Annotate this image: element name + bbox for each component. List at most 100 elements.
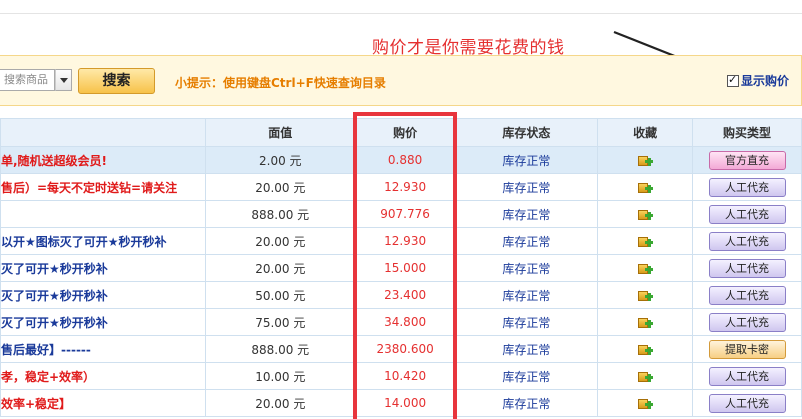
purchase-price: 23.400: [354, 281, 456, 309]
buy-type-cell: 人工代充: [692, 362, 802, 390]
face-value: 75.00 元: [204, 308, 356, 336]
stock-status: 库存正常: [454, 173, 599, 201]
purchase-price: 12.930: [354, 227, 456, 255]
stock-status: 库存正常: [454, 227, 599, 255]
stock-status: 库存正常: [454, 200, 599, 228]
product-name[interactable]: 单,随机送超级会员!: [0, 146, 206, 174]
purchase-price: 15.000: [354, 254, 456, 282]
buy-type-cell: 人工代充: [692, 200, 802, 228]
buy-button[interactable]: 人工代充: [708, 285, 786, 305]
product-table: 面值 购价 库存状态 收藏 购买类型 单,随机送超级会员! 2.00 元 0.880…: [0, 118, 802, 417]
buy-button[interactable]: 人工代充: [708, 177, 786, 197]
purchase-price: 14.000: [354, 389, 456, 417]
search-bar: 搜索商品 搜索 小提示：使用键盘Ctrl+F快速查询目录 显示购价: [0, 55, 802, 106]
stock-status: 库存正常: [454, 362, 599, 390]
buy-type-cell: 人工代充: [692, 173, 802, 201]
buy-button[interactable]: 人工代充: [708, 204, 786, 224]
table-row: 以开★图标灭了可开★秒开秒补 20.00 元 12.930 库存正常 人工代充: [0, 227, 802, 255]
favorite-cell: [597, 335, 694, 363]
product-name[interactable]: [0, 200, 206, 228]
add-favorite-icon[interactable]: [637, 315, 654, 329]
stock-status: 库存正常: [454, 335, 599, 363]
table-row: 效率+稳定】 20.00 元 14.000 库存正常 人工代充: [0, 389, 802, 417]
face-value: 20.00 元: [204, 389, 356, 417]
face-value: 20.00 元: [204, 173, 356, 201]
product-name[interactable]: 灭了可开★秒开秒补: [0, 308, 206, 336]
purchase-price: 2380.600: [354, 335, 456, 363]
table-row: 灭了可开★秒开秒补 75.00 元 34.800 库存正常 人工代充: [0, 308, 802, 336]
product-name[interactable]: 灭了可开★秒开秒补: [0, 254, 206, 282]
stock-status: 库存正常: [454, 146, 599, 174]
product-name[interactable]: 以开★图标灭了可开★秒开秒补: [0, 227, 206, 255]
product-name[interactable]: 售后最好】------: [0, 335, 206, 363]
add-favorite-icon[interactable]: [637, 207, 654, 221]
table-row: 灭了可开★秒开秒补 50.00 元 23.400 库存正常 人工代充: [0, 281, 802, 309]
table-row: 售后）=每天不定时送钻=请关注 20.00 元 12.930 库存正常 人工代充: [0, 173, 802, 201]
face-value: 888.00 元: [204, 200, 356, 228]
face-value: 50.00 元: [204, 281, 356, 309]
face-value: 10.00 元: [204, 362, 356, 390]
buy-type-cell: 人工代充: [692, 389, 802, 417]
top-divider: [0, 0, 802, 14]
buy-button[interactable]: 人工代充: [708, 312, 786, 332]
show-price-label: 显示购价: [741, 74, 790, 88]
stock-status: 库存正常: [454, 389, 599, 417]
purchase-price: 0.880: [354, 146, 456, 174]
add-favorite-icon[interactable]: [637, 369, 654, 383]
product-name[interactable]: 灭了可开★秒开秒补: [0, 281, 206, 309]
favorite-cell: [597, 227, 694, 255]
face-value: 2.00 元: [204, 146, 356, 174]
face-value: 20.00 元: [204, 227, 356, 255]
add-favorite-icon[interactable]: [637, 396, 654, 410]
add-favorite-icon[interactable]: [637, 288, 654, 302]
favorite-cell: [597, 146, 694, 174]
favorite-cell: [597, 281, 694, 309]
table-row: 孝，稳定+效率） 10.00 元 10.420 库存正常 人工代充: [0, 362, 802, 390]
buy-button[interactable]: 官方直充: [708, 150, 786, 170]
favorite-cell: [597, 173, 694, 201]
add-favorite-icon[interactable]: [637, 261, 654, 275]
add-favorite-icon[interactable]: [637, 180, 654, 194]
buy-type-cell: 人工代充: [692, 227, 802, 255]
product-name[interactable]: 售后）=每天不定时送钻=请关注: [0, 173, 206, 201]
search-tip: 小提示：使用键盘Ctrl+F快速查询目录: [175, 76, 386, 90]
favorite-cell: [597, 200, 694, 228]
stock-status: 库存正常: [454, 254, 599, 282]
col-header-price: 购价: [354, 118, 456, 147]
table-header-row: 面值 购价 库存状态 收藏 购买类型: [0, 118, 802, 147]
table-row: 售后最好】------ 888.00 元 2380.600 库存正常 提取卡密: [0, 335, 802, 363]
favorite-cell: [597, 254, 694, 282]
buy-type-cell: 提取卡密: [692, 335, 802, 363]
table-row: 单,随机送超级会员! 2.00 元 0.880 库存正常 官方直充: [0, 146, 802, 174]
buy-button[interactable]: 人工代充: [708, 258, 786, 278]
add-favorite-icon[interactable]: [637, 153, 654, 167]
search-button[interactable]: 搜索: [78, 68, 155, 94]
buy-button[interactable]: 人工代充: [708, 366, 786, 386]
buy-button[interactable]: 提取卡密: [708, 339, 786, 359]
purchase-price: 12.930: [354, 173, 456, 201]
buy-button[interactable]: 人工代充: [708, 393, 786, 413]
product-name[interactable]: 效率+稳定】: [0, 389, 206, 417]
purchase-price: 10.420: [354, 362, 456, 390]
add-favorite-icon[interactable]: [637, 342, 654, 356]
search-input[interactable]: 搜索商品: [0, 69, 55, 91]
buy-type-cell: 官方直充: [692, 146, 802, 174]
favorite-cell: [597, 362, 694, 390]
col-header-stock: 库存状态: [454, 118, 599, 147]
col-header-favorite: 收藏: [597, 118, 694, 147]
buy-button[interactable]: 人工代充: [708, 231, 786, 251]
buy-type-cell: 人工代充: [692, 308, 802, 336]
chevron-down-icon[interactable]: [55, 69, 72, 91]
add-favorite-icon[interactable]: [637, 234, 654, 248]
col-header-name: [0, 118, 206, 147]
product-name[interactable]: 孝，稳定+效率）: [0, 362, 206, 390]
favorite-cell: [597, 389, 694, 417]
favorite-cell: [597, 308, 694, 336]
face-value: 20.00 元: [204, 254, 356, 282]
purchase-price: 34.800: [354, 308, 456, 336]
show-price-toggle[interactable]: 显示购价: [727, 72, 789, 89]
show-price-checkbox[interactable]: [727, 73, 739, 87]
buy-type-cell: 人工代充: [692, 254, 802, 282]
buy-type-cell: 人工代充: [692, 281, 802, 309]
col-header-buy-type: 购买类型: [692, 118, 802, 147]
